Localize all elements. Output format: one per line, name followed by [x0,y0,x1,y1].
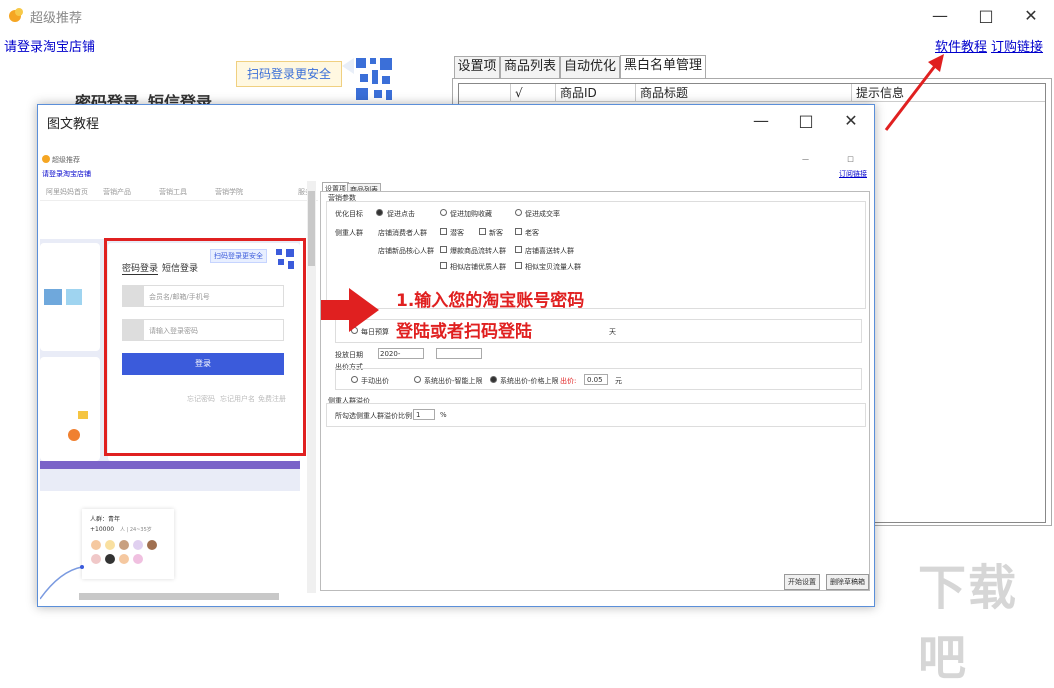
shot-crowd-target-label: 侧重人群 [335,229,363,237]
shot-crowd-range: 人 | 24~35岁 [120,527,152,533]
shot-nav-item: 营销产品 [103,188,131,196]
shot-checkbox [515,246,522,253]
shot-checkbox [440,262,447,269]
shot-bid-price-value: 0.05 [587,376,603,384]
shot-bid-price-unit: 元 [615,377,622,385]
shot-radio [490,376,497,383]
tab-settings[interactable]: 设置项 [454,56,500,78]
tutorial-title: 图文教程 [47,117,100,132]
shot-nav-item: 营销学院 [215,188,243,196]
shot-date-value: 2020- [380,350,401,358]
shot-checkbox [440,246,447,253]
shot-crowd-row2-label: 店铺新品核心人群 [378,247,434,255]
tab-auto-optimize[interactable]: 自动优化 [560,56,620,78]
tutorial-maximize-button[interactable]: □ [783,105,829,135]
tutorial-window: 图文教程 — □ ✕ 超级推荐 — □ ✕ 请登录淘宝店铺 订阅链接 阿里妈妈首… [37,104,875,607]
shot-checkbox [440,228,447,235]
shot-opt-label: 优化目标 [335,210,363,218]
order-link[interactable]: 订购链接 [991,36,1043,55]
shot-checkbox [479,228,486,235]
shot-radio [351,376,358,383]
qr-code-icon[interactable] [342,56,396,104]
shot-nav-item: 营销工具 [159,188,187,196]
tab-product-list[interactable]: 商品列表 [500,56,560,78]
col-header-blank [459,84,511,102]
annotation-line2: 登陆或者扫码登陆 [396,322,532,342]
tab-blacklist[interactable]: 黑白名单管理 [620,55,706,78]
shot-crowd-row1-label: 店铺消费者人群 [378,229,427,237]
close-button[interactable]: ✕ [1008,0,1054,30]
shot-budget-unit: 天 [609,328,616,336]
shot-scroll-thumb [308,191,315,266]
shot-crowd-1c: 老客 [525,229,539,237]
shot-premium-unit: % [440,411,447,419]
shot-banner-card2 [40,357,100,461]
shot-opt-3: 促进成交率 [525,210,560,218]
minimize-button[interactable]: — [917,0,963,30]
shot-checkbox [515,228,522,235]
shot-crowd-1a: 潜客 [450,229,464,237]
col-header-title[interactable]: 商品标题 [636,84,852,102]
shot-bid-2: 系统出价-智能上限 [424,377,483,385]
shot-title: 超级推荐 [52,156,80,164]
shot-premium-value: 1 [416,411,421,419]
app-icon [8,7,24,23]
shot-radio [376,209,383,216]
shot-bid-3: 系统出价-价格上限 [500,377,559,385]
shot-login-link: 请登录淘宝店铺 [42,170,91,178]
shot-app-icon [42,155,50,163]
shot-radio [440,209,447,216]
shot-nav-item: 阿里妈妈首页 [46,188,88,196]
shot-date-label: 投放日期 [335,351,363,359]
shot-chart-icon [62,411,92,441]
shot-radio [515,209,522,216]
window-title: 超级推荐 [30,11,83,26]
tutorial-close-button[interactable]: ✕ [828,105,874,135]
shot-delete-button: 删除草稿箱 [826,574,869,590]
col-header-check[interactable]: √ [511,84,556,102]
arrow-right-icon [321,288,379,332]
red-arrow-icon [884,54,944,131]
shot-crowd-3b: 相似宝贝流量人群 [525,263,581,271]
shot-date-input-2 [436,348,482,359]
shot-premium-label: 所勾选侧重人群溢价比例 [335,412,412,420]
shot-bid-1: 手动出价 [361,377,389,385]
shot-image-icon [44,289,84,307]
shot-opt-2: 促进加购收藏 [450,210,492,218]
shot-bottom-strip [40,461,300,469]
maximize-button[interactable]: □ [963,0,1009,30]
shot-crowd-1b: 新客 [489,229,503,237]
annotation-line1: 1.输入您的淘宝账号密码 [396,291,585,311]
qr-tip: 扫码登录更安全 [236,61,342,87]
shot-crowd-2a: 爆款商品流转人群 [450,247,506,255]
shot-checkbox [515,262,522,269]
shot-radio [414,376,421,383]
highlight-box [104,238,306,456]
login-shop-link[interactable]: 请登录淘宝店铺 [4,36,95,55]
tutorial-minimize-button[interactable]: — [738,105,784,135]
shot-opt-1: 促进点击 [387,210,415,218]
shot-crowd-2b: 店铺喜送转人群 [525,247,574,255]
shot-crowd-count: +10000 [90,526,115,533]
shot-hscroll-thumb [79,593,279,600]
shot-window-controls: — □ ✕ [802,155,874,163]
shot-crowd-3a: 相似店铺优质人群 [450,263,506,271]
shot-start-button: 开始设置 [784,574,820,590]
shot-bid-price-label: 出价: [560,377,577,385]
watermark: 下载吧 [918,560,1019,686]
shot-crowd-label: 人群：青年 [90,516,121,523]
col-header-id[interactable]: 商品ID [556,84,636,102]
shot-order-link: 订阅链接 [839,170,867,178]
tutorial-image: 超级推荐 — □ ✕ 请登录淘宝店铺 订阅链接 阿里妈妈首页 营销产品 营销工具… [39,151,874,606]
shot-avatars [90,539,170,569]
